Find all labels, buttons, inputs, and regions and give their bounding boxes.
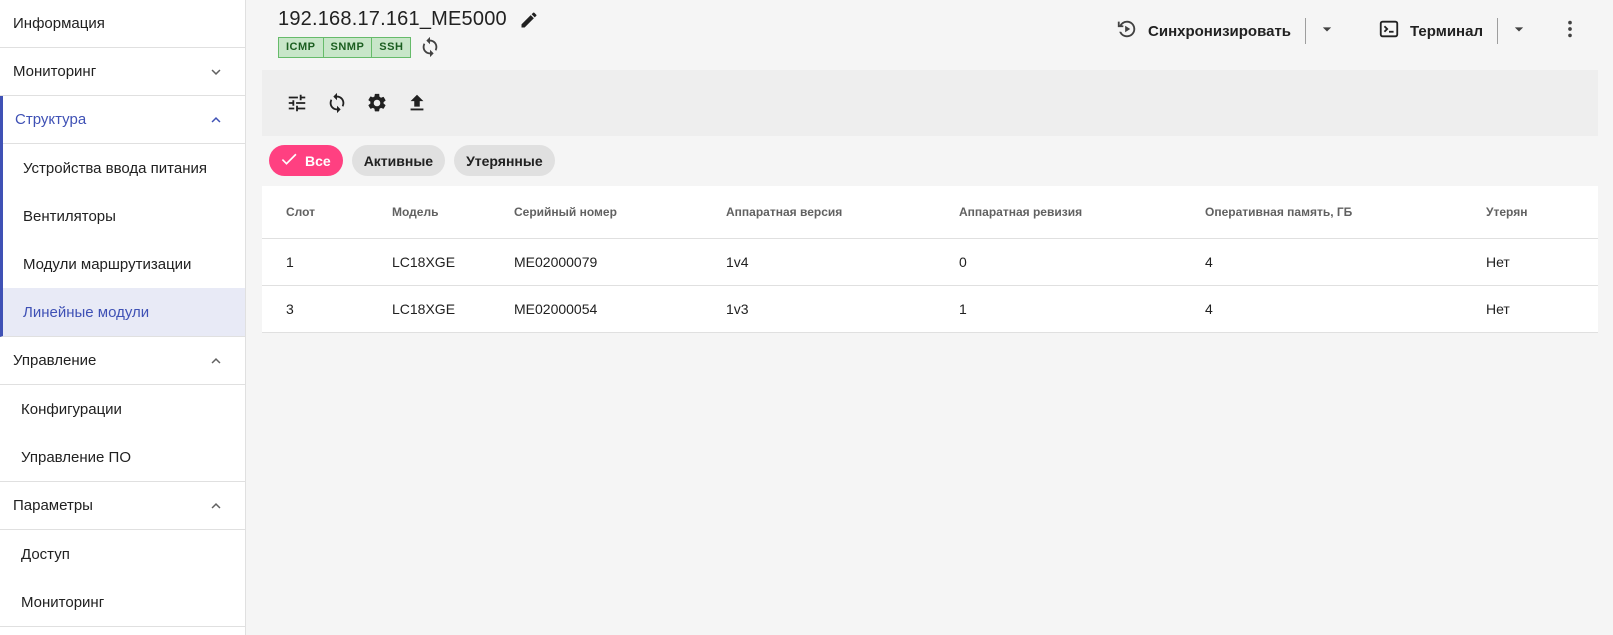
terminal-button[interactable]: Терминал [1370,16,1491,46]
chip-label: Все [305,152,331,169]
sidebar-item-label: Управление [13,352,97,369]
cell-ram: 4 [1205,301,1213,317]
sync-dropdown-button[interactable] [1312,16,1342,46]
table-header-row: Слот Модель Серийный номер Аппаратная ве… [262,186,1598,239]
sync-label: Синхронизировать [1148,22,1292,40]
cell-serial: ME02000079 [514,254,598,270]
caret-down-icon [1317,19,1337,44]
chip-label: Активные [363,152,434,169]
sidebar-item-label: Линейные модули [23,303,150,321]
sidebar-item-label: Вентиляторы [23,207,116,225]
chevron-up-icon [207,111,225,129]
sidebar-item-label: Модули маршрутизации [23,255,192,273]
sidebar-group-management: Управление Конфигурации Управление ПО [0,337,245,482]
sidebar-item-label: Доступ [21,545,70,563]
edit-icon[interactable] [519,10,539,30]
sidebar-item-power-supplies[interactable]: Устройства ввода питания [3,144,245,192]
chip-label: Утерянные [466,152,543,169]
gear-icon[interactable] [366,92,388,114]
cell-hw-revision: 1 [959,301,967,317]
sidebar-item-access[interactable]: Доступ [0,530,245,578]
cell-ram: 4 [1205,254,1213,270]
sync-icon [1116,18,1138,44]
chevron-down-icon [207,63,225,81]
page-header: 192.168.17.161_ME5000 ICMP SNMP SSH Синх… [262,0,1598,63]
filter-settings-icon[interactable] [286,92,308,114]
sidebar-item-label: Управление ПО [21,448,132,466]
column-header-hw-revision[interactable]: Аппаратная ревизия [959,205,1082,219]
sidebar-item-label: Мониторинг [13,63,97,80]
cell-hw-version: 1v4 [726,254,749,270]
more-menu-button[interactable] [1554,16,1586,46]
chevron-up-icon [207,497,225,515]
more-vert-icon [1559,18,1581,45]
check-icon [279,149,299,172]
cell-lost: Нет [1486,301,1510,317]
cell-model: LC18XGE [392,301,456,317]
sidebar-item-parameters[interactable]: Параметры [0,482,245,530]
sidebar-item-label: Параметры [13,497,93,514]
terminal-icon [1378,18,1400,44]
sidebar-item-configurations[interactable]: Конфигурации [0,385,245,433]
table-row[interactable]: 3 LC18XGE ME02000054 1v3 1 4 Нет [262,286,1598,333]
sync-button[interactable]: Синхронизировать [1108,16,1299,46]
cell-slot: 1 [286,254,294,270]
sidebar-item-monitoring-params[interactable]: Мониторинг [0,578,245,626]
sidebar-item-monitoring[interactable]: Мониторинг [0,48,245,96]
refresh-icon[interactable] [326,92,348,114]
cell-hw-revision: 0 [959,254,967,270]
protocol-badge-ssh: SSH [379,41,404,53]
filter-chips: Все Активные Утерянные [269,145,555,176]
cell-lost: Нет [1486,254,1510,270]
sidebar-item-software-management[interactable]: Управление ПО [0,433,245,481]
sidebar-item-line-modules[interactable]: Линейные модули [3,288,245,336]
column-header-model[interactable]: Модель [392,205,438,219]
column-header-lost[interactable]: Утерян [1486,205,1527,219]
terminal-dropdown-button[interactable] [1504,16,1534,46]
sidebar-item-structure[interactable]: Структура [3,96,245,144]
sidebar-item-label: Устройства ввода питания [23,159,208,177]
line-modules-table: Слот Модель Серийный номер Аппаратная ве… [262,186,1598,333]
header-actions: Синхронизировать Терминал [1108,16,1598,46]
caret-down-icon [1509,19,1529,44]
sidebar-group-structure: Структура Устройства ввода питания Венти… [0,96,245,337]
column-header-hw-version[interactable]: Аппаратная версия [726,205,842,219]
terminal-label: Терминал [1410,22,1483,40]
column-header-slot[interactable]: Слот [286,205,315,219]
protocol-row: ICMP SNMP SSH [278,36,441,58]
page-title: 192.168.17.161_ME5000 [278,8,507,30]
sidebar: Информация Мониторинг Структура Устройст… [0,0,246,635]
sidebar-item-routing-modules[interactable]: Модули маршрутизации [3,240,245,288]
divider [1305,18,1307,44]
cell-model: LC18XGE [392,254,456,270]
sidebar-item-label: Структура [15,111,87,128]
table-row[interactable]: 1 LC18XGE ME02000079 1v4 0 4 Нет [262,239,1598,286]
column-header-ram[interactable]: Оперативная память, ГБ [1205,205,1352,219]
upload-icon[interactable] [406,92,428,114]
sidebar-item-label: Информация [13,15,105,32]
title-row: 192.168.17.161_ME5000 [278,8,539,31]
sidebar-item-info[interactable]: Информация [0,0,245,48]
filter-chip-lost[interactable]: Утерянные [454,145,555,176]
protocol-badge-icmp: ICMP [279,37,324,57]
protocol-badges: ICMP SNMP SSH [278,36,412,58]
sidebar-item-management[interactable]: Управление [0,337,245,385]
chevron-up-icon [207,352,225,370]
table-toolbar [262,70,1598,136]
cell-hw-version: 1v3 [726,301,749,317]
sidebar-item-fans[interactable]: Вентиляторы [3,192,245,240]
filter-chip-active[interactable]: Активные [351,145,446,176]
refresh-status-icon[interactable] [419,36,441,58]
column-header-serial[interactable]: Серийный номер [514,205,617,219]
sidebar-item-label: Мониторинг [21,593,105,611]
cell-serial: ME02000054 [514,301,598,317]
protocol-badge-snmp: SNMP [324,37,373,57]
sidebar-group-parameters: Параметры Доступ Мониторинг [0,482,245,627]
divider [1497,18,1498,44]
cell-slot: 3 [286,301,294,317]
sidebar-item-label: Конфигурации [21,400,122,418]
filter-chip-all[interactable]: Все [269,145,343,176]
